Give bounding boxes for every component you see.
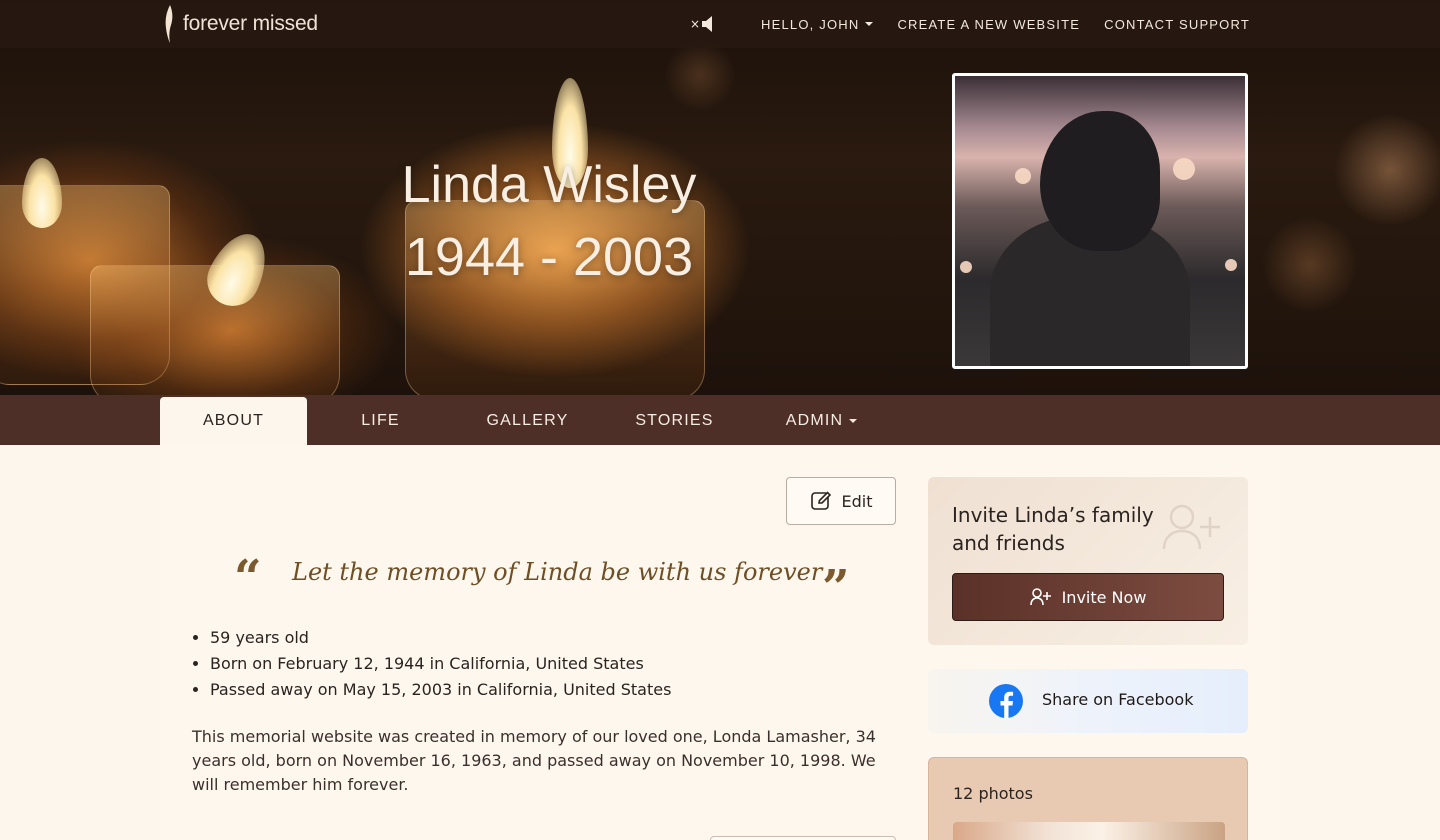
- bokeh-light: [1015, 168, 1031, 184]
- edit-button[interactable]: Edit: [786, 477, 896, 525]
- brand-logo[interactable]: forever missed: [163, 4, 318, 44]
- invite-now-label: Invite Now: [1061, 587, 1147, 607]
- list-item: 59 years old: [210, 625, 671, 651]
- profile-photo[interactable]: [952, 73, 1248, 369]
- share-facebook-label: Share on Facebook: [1042, 690, 1194, 709]
- user-plus-icon: [1029, 588, 1051, 606]
- tab-admin[interactable]: ADMIN: [748, 397, 895, 445]
- speaker-mute-icon: [702, 16, 712, 32]
- life-facts-list: 59 years old Born on February 12, 1944 i…: [210, 625, 671, 703]
- top-navigation: forever missed × HELLO, JOHN CREATE A NE…: [0, 0, 1440, 48]
- candle-flame-left: [22, 158, 62, 228]
- invite-now-button[interactable]: Invite Now: [952, 573, 1224, 621]
- tab-gallery[interactable]: GALLERY: [454, 397, 601, 445]
- tab-admin-label: ADMIN: [785, 412, 844, 429]
- memorial-name: Linda Wisley: [401, 156, 697, 214]
- tab-about[interactable]: ABOUT: [160, 397, 307, 445]
- memorial-bio: This memorial website was created in mem…: [192, 727, 876, 794]
- user-greeting: HELLO, JOHN: [761, 16, 860, 32]
- share-facebook-button[interactable]: Share on Facebook: [928, 669, 1248, 733]
- more-button[interactable]: [710, 836, 896, 840]
- bokeh-light: [960, 261, 972, 273]
- photo-thumbnail[interactable]: [953, 822, 1225, 840]
- memorial-quote: “ Let the memory of Linda be with us for…: [232, 550, 857, 612]
- quote-open-mark: “: [234, 550, 262, 606]
- quote-text: Let the memory of Linda be with us forev…: [292, 558, 823, 586]
- list-item: Born on February 12, 1944 in California,…: [210, 651, 671, 677]
- photos-count: 12 photos: [953, 784, 1033, 803]
- section-tabs: ABOUT LIFE GALLERY STORIES ADMIN: [0, 395, 1440, 445]
- invite-title: Invite Linda’s family and friends: [952, 503, 1154, 555]
- chevron-down-icon: [865, 22, 874, 26]
- edit-label: Edit: [841, 491, 873, 511]
- facebook-icon: [989, 684, 1023, 718]
- mute-x-label: ×: [689, 17, 700, 31]
- contact-support-link[interactable]: CONTACT SUPPORT: [1104, 17, 1250, 32]
- mute-button[interactable]: ×: [690, 16, 713, 32]
- photos-card[interactable]: 12 photos: [928, 757, 1248, 840]
- brand-name: forever missed: [183, 12, 318, 35]
- hero-banner: Linda Wisley 1944 - 2003 forever missed …: [0, 0, 1440, 395]
- list-item: Passed away on May 15, 2003 in Californi…: [210, 677, 671, 703]
- chevron-down-icon: [849, 419, 858, 423]
- invite-card: Invite Linda’s family and friends Invite…: [928, 477, 1248, 645]
- create-website-link[interactable]: CREATE A NEW WEBSITE: [897, 17, 1080, 32]
- memorial-dates: 1944 - 2003: [404, 227, 694, 287]
- portrait-silhouette-head: [1040, 111, 1160, 251]
- user-menu[interactable]: HELLO, JOHN: [761, 16, 874, 32]
- bokeh-light: [1173, 158, 1195, 180]
- flame-icon: [165, 5, 173, 43]
- tab-life[interactable]: LIFE: [307, 397, 454, 445]
- tab-stories[interactable]: STORIES: [601, 397, 748, 445]
- user-plus-icon: [1162, 504, 1220, 550]
- nav-links: × HELLO, JOHN CREATE A NEW WEBSITE CONTA…: [690, 0, 1250, 48]
- quote-close-mark: ”: [822, 560, 850, 616]
- edit-icon: [810, 491, 831, 510]
- bokeh-light: [1225, 259, 1237, 271]
